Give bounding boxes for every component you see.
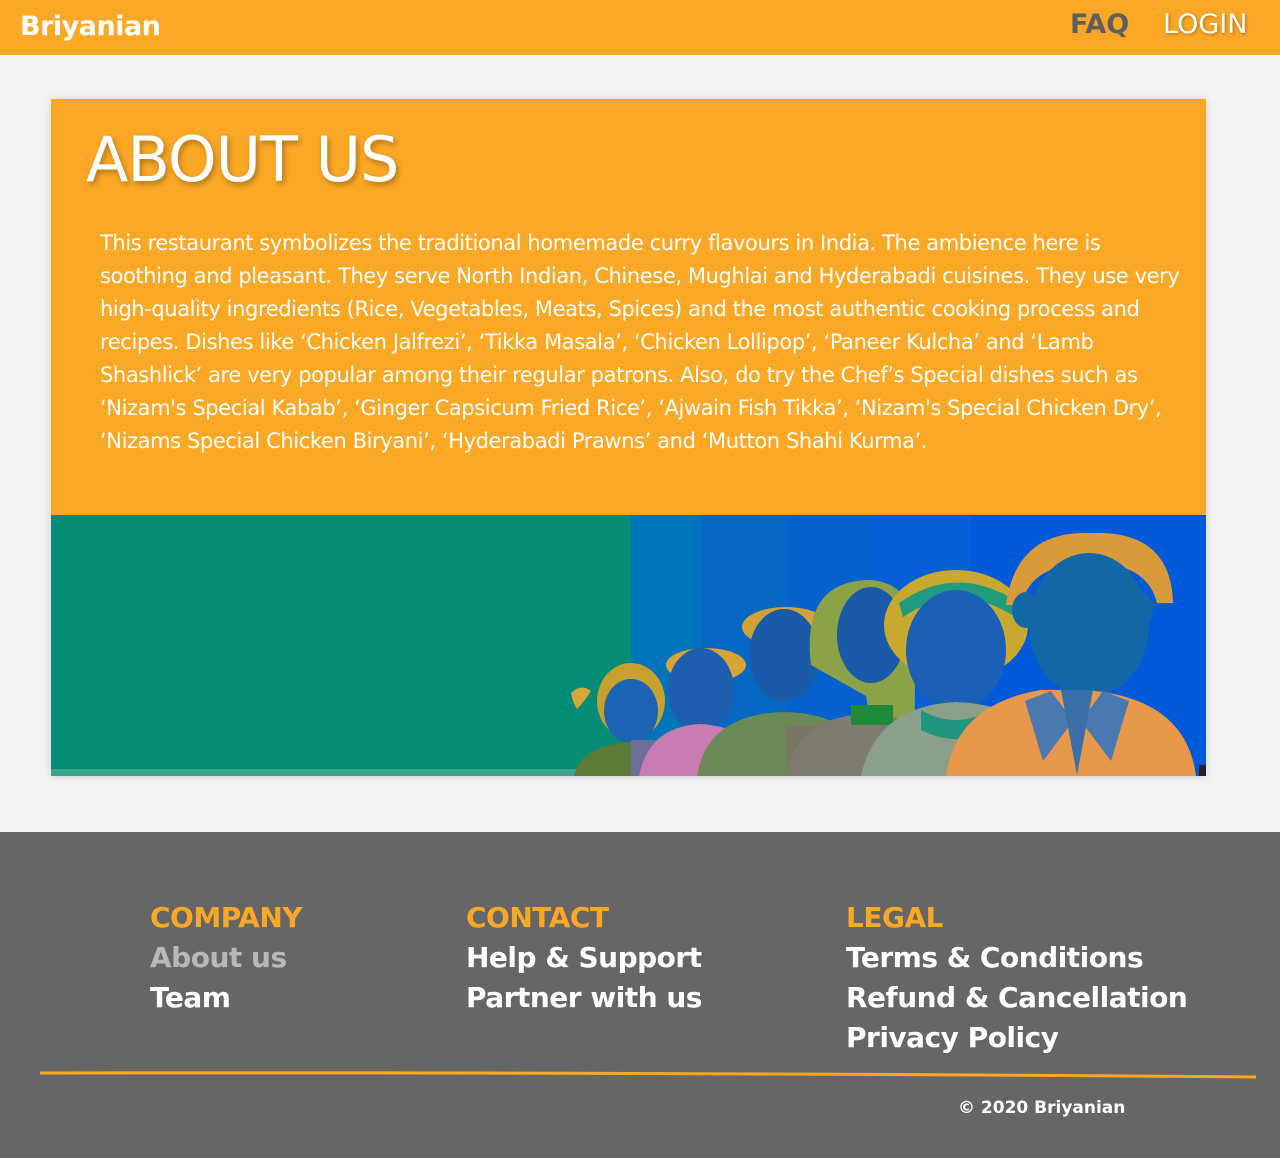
footer-link-refund[interactable]: Refund & Cancellation bbox=[846, 978, 1188, 1018]
people-illustration-banner bbox=[51, 515, 1206, 776]
brand-logo[interactable]: Briyanian bbox=[20, 11, 161, 42]
site-footer: COMPANY About us Team CONTACT Help & Sup… bbox=[0, 832, 1280, 1158]
footer-link-privacy[interactable]: Privacy Policy bbox=[846, 1018, 1187, 1058]
about-panel: ABOUT US This restaurant symbolizes the … bbox=[51, 99, 1206, 515]
footer-legal-column: LEGAL Terms & Conditions Refund & Cancel… bbox=[846, 898, 1188, 1058]
page-title: ABOUT US bbox=[86, 123, 399, 196]
footer-link-partner[interactable]: Partner with us bbox=[466, 978, 702, 1018]
footer-link-terms[interactable]: Terms & Conditions bbox=[846, 938, 1187, 978]
footer-link-help-support[interactable]: Help & Support bbox=[466, 938, 702, 978]
about-card: ABOUT US This restaurant symbolizes the … bbox=[51, 99, 1206, 776]
footer-company-column: COMPANY About us Team bbox=[150, 898, 303, 1018]
footer-company-heading: COMPANY bbox=[150, 901, 303, 934]
footer-link-about-us[interactable]: About us bbox=[150, 938, 302, 978]
footer-divider bbox=[40, 1071, 1256, 1079]
people-illustration bbox=[51, 515, 1206, 776]
nav-login-link[interactable]: LOGIN bbox=[1163, 9, 1247, 40]
about-description: This restaurant symbolizes the tradition… bbox=[100, 231, 1180, 453]
copyright-text: © 2020 Briyanian bbox=[958, 1098, 1126, 1118]
nav-faq-link[interactable]: FAQ bbox=[1070, 9, 1129, 40]
footer-contact-column: CONTACT Help & Support Partner with us bbox=[466, 898, 702, 1018]
top-navbar: Briyanian FAQ LOGIN bbox=[0, 0, 1280, 55]
footer-contact-heading: CONTACT bbox=[466, 901, 609, 934]
footer-link-team[interactable]: Team bbox=[150, 978, 302, 1018]
footer-legal-heading: LEGAL bbox=[846, 901, 943, 934]
